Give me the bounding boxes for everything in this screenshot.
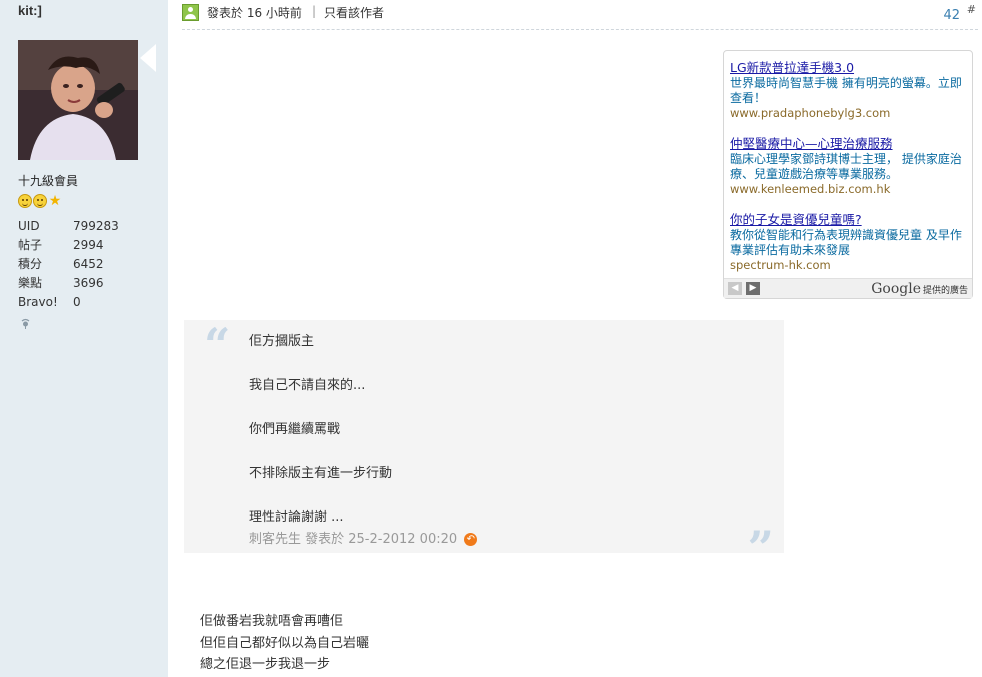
- satellite-icon[interactable]: [20, 318, 31, 329]
- star-icon: ★: [48, 193, 62, 209]
- stat-value[interactable]: 2994: [73, 238, 104, 252]
- stat-value: 0: [73, 294, 81, 309]
- ad-url[interactable]: www.pradaphonebylg3.com: [730, 106, 970, 120]
- ad-url[interactable]: www.kenleemed.biz.com.hk: [730, 182, 970, 196]
- smiley-icon: [18, 194, 32, 208]
- go-to-post-icon[interactable]: ↶: [464, 533, 478, 546]
- stat-label: UID: [18, 218, 40, 233]
- post-line: 佢做番岩我就唔會再嘈佢: [200, 614, 344, 629]
- google-logo: Google: [871, 281, 921, 297]
- posted-time: 發表於 16 小時前: [207, 6, 302, 20]
- quote-text: 佢方摑版主 我自己不請自來的... 你們再繼續罵戰 不排除版主有進一步行動 理性…: [249, 333, 392, 553]
- stat-row-uid: UID 799283: [18, 216, 119, 235]
- post-body: 佢做番岩我就唔會再嘈佢 但佢自己都好似以為自己岩曬 總之佢退一步我退一步: [200, 611, 369, 676]
- ad-description[interactable]: 教你從智能和行為表現辨識資優兒童 及早作專業評估有助未來發展: [730, 228, 970, 258]
- quote-line: 你們再繼續罵戰: [249, 422, 341, 437]
- ad-description[interactable]: 世界最時尚智慧手機 擁有明亮的螢幕。立即查看！: [730, 76, 970, 106]
- user-sidebar: kit:] 十九級會員 ★ UID 799283 帖子 2994 積分 6452…: [0, 0, 168, 677]
- close-quote-icon: ”: [747, 521, 774, 575]
- user-rank: 十九級會員: [18, 174, 79, 188]
- stat-row-points: 積分 6452: [18, 254, 119, 273]
- user-stats: UID 799283 帖子 2994 積分 6452 樂點 3696 Bravo…: [18, 216, 119, 311]
- quote-line: 我自己不請自來的...: [249, 378, 366, 393]
- ad-title[interactable]: LG新款普拉達手機3.0: [730, 60, 970, 76]
- open-quote-icon: “: [204, 318, 231, 372]
- rank-icons: ★: [18, 194, 62, 208]
- stat-label: 帖子: [18, 238, 43, 252]
- ads-by-google[interactable]: Google 提供的廣告: [871, 281, 968, 297]
- stat-row-bravo: Bravo! 0: [18, 292, 119, 311]
- view-author-only-link[interactable]: 只看該作者: [324, 4, 384, 21]
- post-line: 總之佢退一步我退一步: [200, 657, 331, 672]
- stat-value: 3696: [73, 275, 104, 290]
- ad-url[interactable]: spectrum-hk.com: [730, 258, 970, 272]
- quote-author-time: 刺客先生 發表於 25-2-2012 00:20: [249, 532, 458, 547]
- stat-row-posts: 帖子 2994: [18, 235, 119, 254]
- stat-value[interactable]: 799283: [73, 219, 119, 233]
- smiley-icon: [33, 194, 47, 208]
- user-online-icon: [182, 4, 199, 21]
- ad-description[interactable]: 臨床心理學家鄧詩琪博士主理， 提供家庭治療、兒童遊戲治療等專業服務。: [730, 152, 970, 182]
- ad-footer: ◀ ▶ Google 提供的廣告: [724, 278, 972, 298]
- ad-title[interactable]: 你的子女是資優兒童嗎?: [730, 212, 970, 228]
- next-ad-button[interactable]: ▶: [746, 282, 760, 295]
- ad-item[interactable]: 仲堅醫療中心—心理治療服務 臨床心理學家鄧詩琪博士主理， 提供家庭治療、兒童遊戲…: [730, 136, 970, 196]
- quote-block: “ 佢方摑版主 我自己不請自來的... 你們再繼續罵戰 不排除版主有進一步行動 …: [184, 318, 784, 571]
- floor-hash[interactable]: #: [967, 3, 976, 16]
- quote-meta: 刺客先生 發表於 25-2-2012 00:20 ↶: [249, 528, 478, 547]
- ad-item[interactable]: 你的子女是資優兒童嗎? 教你從智能和行為表現辨識資優兒童 及早作專業評估有助未來…: [730, 212, 970, 272]
- quote-line: 佢方摑版主: [249, 334, 315, 349]
- stat-row-fun: 樂點 3696: [18, 273, 119, 292]
- quote-line: 不排除版主有進一步行動: [249, 466, 393, 481]
- floor-number[interactable]: 42: [943, 8, 960, 23]
- post-line: 但佢自己都好似以為自己岩曬: [200, 635, 370, 651]
- ad-item[interactable]: LG新款普拉達手機3.0 世界最時尚智慧手機 擁有明亮的螢幕。立即查看！ www…: [730, 60, 970, 120]
- google-ad-box: LG新款普拉達手機3.0 世界最時尚智慧手機 擁有明亮的螢幕。立即查看！ www…: [723, 50, 973, 299]
- header-divider: |: [312, 4, 317, 18]
- username[interactable]: kit:]: [18, 3, 42, 18]
- stat-label: Bravo!: [18, 294, 58, 309]
- avatar-pointer: [140, 44, 156, 72]
- stat-label: 積分: [18, 257, 43, 271]
- stat-value[interactable]: 6452: [73, 257, 104, 271]
- ad-title[interactable]: 仲堅醫療中心—心理治療服務: [730, 136, 970, 152]
- forum-post: kit:] 十九級會員 ★ UID 799283 帖子 2994 積分 6452…: [0, 0, 982, 677]
- post-header: 發表於 16 小時前 | 只看該作者 42 #: [182, 0, 978, 30]
- prev-ad-button[interactable]: ◀: [728, 282, 742, 295]
- ads-by-label: 提供的廣告: [922, 286, 968, 296]
- stat-label: 樂點: [18, 276, 43, 290]
- avatar[interactable]: [18, 40, 138, 160]
